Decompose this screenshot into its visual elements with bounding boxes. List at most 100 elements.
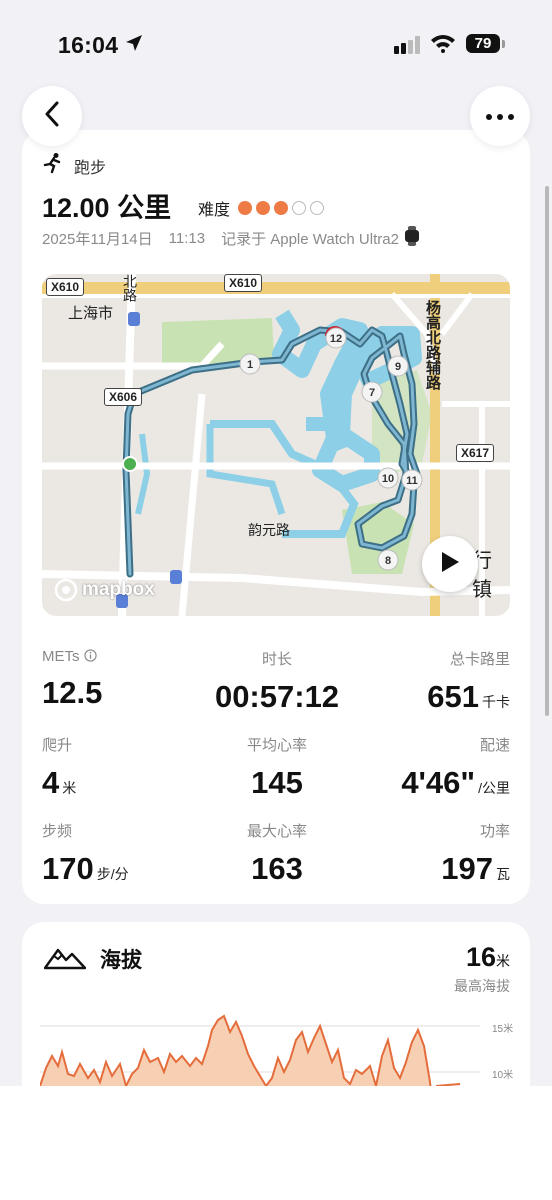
workout-time: 11:13 <box>168 229 206 247</box>
pace-label: 配速 <box>479 737 510 754</box>
map-label-yanggao: 杨高北路辅路 <box>424 300 441 390</box>
mapbox-text: mapbox <box>82 579 155 600</box>
workout-summary-card: 跑步 12.00 公里 难度 2025年11月14日 11:13 记录于 App… <box>22 130 530 904</box>
scrollbar[interactable] <box>545 186 549 716</box>
watch-icon <box>404 226 419 250</box>
altitude-grid-10: 10米 <box>492 1070 514 1081</box>
pace-value: 4'46" <box>401 765 476 800</box>
stat-calories: 总卡路里 651 千卡 <box>427 648 510 715</box>
location-arrow-icon <box>124 33 144 58</box>
road-shield-x606: X606 <box>104 388 143 406</box>
workout-type-row: 跑步 <box>42 152 106 179</box>
wifi-icon <box>430 33 456 58</box>
stat-max-heart-rate: 最大心率 163 <box>192 820 362 887</box>
difficulty-rating: 难度 <box>198 196 325 220</box>
stat-mets: METs 12.5 <box>42 648 102 711</box>
stat-duration: 时长 00:57:12 <box>192 648 362 715</box>
altitude-grid-15: 15米 <box>492 1024 514 1035</box>
battery-level: 79 <box>466 34 500 53</box>
max-hr-label: 最大心率 <box>246 823 307 840</box>
difficulty-label: 难度 <box>198 202 231 219</box>
difficulty-dot <box>274 201 289 215</box>
svg-text:8: 8 <box>385 555 391 567</box>
mets-value: 12.5 <box>42 675 103 710</box>
workout-type: 跑步 <box>74 159 107 177</box>
svg-text:1: 1 <box>247 359 253 371</box>
map-label-beilu: 北路 <box>122 274 138 302</box>
altitude-max: 16米 <box>466 942 510 973</box>
km-marker: 1 <box>239 353 261 375</box>
bottom-area <box>0 1086 552 1200</box>
mountain-icon <box>43 946 87 975</box>
workout-meta: 2025年11月14日 11:13 记录于 Apple Watch Ultra2 <box>42 226 419 250</box>
map-label-town: 行镇 <box>472 550 492 601</box>
back-button[interactable] <box>22 86 82 146</box>
route-map[interactable]: 1 7 8 9 10 11 12 上海市 北路 韵元路 杨高北路辅路 行镇 X610 X61… <box>42 274 510 616</box>
calories-label: 总卡路里 <box>449 651 510 668</box>
svg-text:11: 11 <box>406 475 418 487</box>
recorded-by: 记录于 Apple Watch Ultra2 <box>221 230 399 248</box>
stat-avg-heart-rate: 平均心率 145 <box>192 734 362 801</box>
difficulty-dots <box>238 201 325 215</box>
cellular-signal-icon <box>394 36 422 59</box>
pace-unit: /公里 <box>478 780 510 796</box>
running-icon <box>42 152 64 179</box>
duration-label: 时长 <box>261 651 292 668</box>
avg-hr-label: 平均心率 <box>246 737 307 754</box>
svg-text:12: 12 <box>330 333 342 345</box>
difficulty-dot <box>256 201 271 215</box>
road-shield-x610-center: X610 <box>224 274 263 292</box>
power-unit: 瓦 <box>496 866 510 882</box>
power-label: 功率 <box>479 823 510 840</box>
workout-date: 2025年11月14日 <box>42 230 153 248</box>
difficulty-dot <box>238 201 253 215</box>
status-time: 16:04 <box>58 32 119 58</box>
svg-text:9: 9 <box>395 361 401 373</box>
avg-hr-value: 145 <box>251 765 303 800</box>
more-dots-icon <box>486 107 514 125</box>
svg-text:7: 7 <box>369 387 375 399</box>
svg-text:10: 10 <box>382 473 394 485</box>
km-marker: 9 <box>387 355 409 377</box>
km-marker: 10 <box>377 467 399 489</box>
calories-unit: 千卡 <box>482 694 510 710</box>
replay-route-button[interactable] <box>422 536 478 592</box>
calories-value: 651 <box>427 679 479 714</box>
cadence-label: 步频 <box>42 823 73 840</box>
duration-value: 00:57:12 <box>214 679 340 714</box>
max-hr-value: 163 <box>251 851 303 886</box>
climb-label: 爬升 <box>42 737 73 754</box>
cadence-unit: 步/分 <box>96 866 129 882</box>
km-marker: 7 <box>361 381 383 403</box>
stat-pace: 配速 4'46"/公里 <box>401 734 510 801</box>
difficulty-dot <box>310 201 325 215</box>
info-icon[interactable] <box>84 648 97 665</box>
stat-climb: 爬升 4米 <box>42 734 76 801</box>
km-marker: 12 <box>325 327 347 349</box>
road-shield-x610-left: X610 <box>46 278 85 296</box>
cadence-value: 170 <box>42 851 94 886</box>
km-marker: 8 <box>377 549 399 571</box>
climb-value: 4 <box>42 765 60 800</box>
climb-unit: 米 <box>62 780 77 796</box>
altitude-max-unit: 米 <box>496 953 510 969</box>
km-marker: 11 <box>401 469 423 491</box>
altitude-title: 海拔 <box>100 949 142 972</box>
stat-cadence: 步频 170 步/分 <box>42 820 129 887</box>
mets-label: METs <box>42 648 80 665</box>
battery-tip <box>502 40 505 48</box>
workout-distance: 12.00 公里 <box>42 193 172 223</box>
power-value: 197 <box>441 851 493 886</box>
road-shield-x617: X617 <box>456 444 495 462</box>
altitude-max-label: 最高海拔 <box>454 978 510 994</box>
status-bar: 16:04 79 <box>0 0 552 88</box>
stat-power: 功率 197 瓦 <box>441 820 510 887</box>
chevron-left-icon <box>44 101 60 132</box>
map-label-shanghai: 上海市 <box>68 305 114 322</box>
difficulty-dot <box>292 201 307 215</box>
altitude-max-value: 16 <box>465 942 496 972</box>
mapbox-logo: mapbox <box>54 578 155 602</box>
more-options-button[interactable] <box>470 86 530 146</box>
play-icon <box>440 551 460 578</box>
map-label-yunyuan: 韵元路 <box>248 522 290 538</box>
